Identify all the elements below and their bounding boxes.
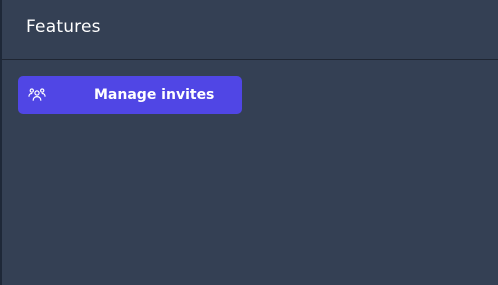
panel-header: Features: [2, 0, 498, 60]
features-panel: Features Manage invites: [2, 0, 498, 285]
users-icon: [28, 86, 46, 104]
manage-invites-label: Manage invites: [94, 87, 215, 103]
manage-invites-button[interactable]: Manage invites: [18, 76, 242, 114]
panel-title: Features: [26, 17, 101, 37]
